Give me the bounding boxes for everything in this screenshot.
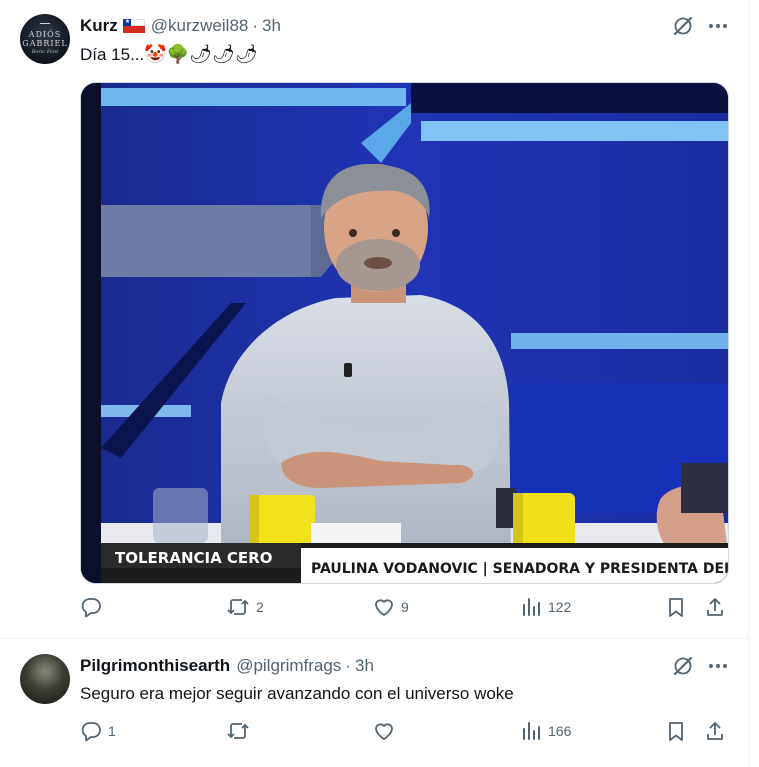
bookmark-button[interactable] [665, 596, 687, 618]
crest-graphic [40, 23, 50, 29]
views-button[interactable]: 166 [520, 720, 571, 742]
retweet-icon [227, 599, 249, 615]
reply-button[interactable]: 1 [80, 720, 116, 742]
share-button[interactable] [704, 720, 726, 742]
view-count: 122 [548, 599, 572, 615]
view-count: 166 [548, 723, 572, 739]
avatar[interactable]: ADIÓS GABRIEL Boric Font [20, 14, 70, 64]
more-options-icon[interactable] [708, 16, 728, 41]
tweet-header: Kurz ★ @kurzweil88 · 3h [80, 16, 281, 36]
banner-guest-name: PAULINA VODANOVIC | SENADORA Y PRESIDENT… [311, 561, 728, 577]
tweet-top-actions [672, 15, 728, 42]
clown-face-icon: 🤡 [144, 44, 167, 64]
tree-icon: 🌳 [166, 44, 190, 64]
tweet-top-actions [672, 655, 728, 682]
heart-icon [375, 723, 393, 740]
bookmark-icon [669, 722, 683, 741]
avatar-text-line1: ADIÓS [28, 30, 62, 39]
timestamp[interactable]: 3h [262, 16, 281, 36]
tweet-text: Día 15...🤡🌳🌶🌶🌶 [80, 43, 258, 66]
reply-count: 1 [108, 723, 116, 739]
bookmark-button[interactable] [665, 720, 687, 742]
tv-studio-photo: TOLERANCIA CERO PAULINA VODANOVIC | SENA… [81, 83, 728, 583]
like-count: 9 [401, 599, 409, 615]
banner-program-name: TOLERANCIA CERO [115, 549, 272, 567]
avatar-text-line3: Boric Font [31, 49, 59, 55]
chile-flag-icon: ★ [122, 19, 145, 33]
bookmark-icon [669, 598, 683, 617]
reply-icon [81, 722, 101, 742]
chili-pepper-icon: 🌶 [211, 44, 235, 64]
share-button[interactable] [704, 596, 726, 618]
analytics-icon [523, 598, 540, 616]
retweet-button[interactable] [226, 720, 256, 742]
retweet-button[interactable]: 2 [226, 596, 264, 618]
reply-button[interactable] [80, 596, 108, 618]
retweet-icon [227, 723, 249, 739]
separator-dot: · [345, 656, 351, 675]
views-button[interactable]: 122 [520, 596, 571, 618]
author-name[interactable]: Pilgrimonthisearth [80, 656, 230, 676]
author-name[interactable]: Kurz [80, 16, 118, 36]
chili-pepper-icon: 🌶 [189, 44, 212, 64]
tweet-actions: 2 9 122 [80, 596, 727, 626]
tweet-text-content: Día 15... [80, 45, 145, 64]
avatar[interactable] [20, 654, 70, 704]
heart-icon [375, 599, 393, 616]
analytics-icon [523, 722, 540, 740]
like-button[interactable]: 9 [373, 596, 409, 618]
timeline-feed: ADIÓS GABRIEL Boric Font Kurz ★ @kurzwei… [0, 0, 749, 767]
share-icon [707, 722, 723, 740]
timestamp[interactable]: 3h [355, 656, 374, 676]
tweet-actions: 1 166 [80, 720, 727, 750]
like-button[interactable] [373, 720, 401, 742]
tweet[interactable]: ADIÓS GABRIEL Boric Font Kurz ★ @kurzwei… [0, 0, 748, 639]
grok-icon[interactable] [672, 655, 694, 682]
tweet-text: Seguro era mejor seguir avanzando con el… [80, 684, 514, 703]
tweet-header: Pilgrimonthisearth @pilgrimfrags · 3h [80, 656, 374, 676]
retweet-count: 2 [256, 599, 264, 615]
grok-icon[interactable] [672, 15, 694, 42]
author-handle[interactable]: @pilgrimfrags [236, 656, 341, 676]
reply-icon [81, 598, 101, 618]
more-options-icon[interactable] [708, 656, 728, 681]
author-handle[interactable]: @kurzweil88 [151, 16, 249, 36]
avatar-text-line2: GABRIEL [22, 39, 68, 48]
separator-dot: · [252, 16, 259, 35]
share-icon [707, 598, 723, 616]
tweet-media-image[interactable]: TOLERANCIA CERO PAULINA VODANOVIC | SENA… [80, 82, 729, 584]
chili-pepper-icon: 🌶 [234, 44, 258, 64]
